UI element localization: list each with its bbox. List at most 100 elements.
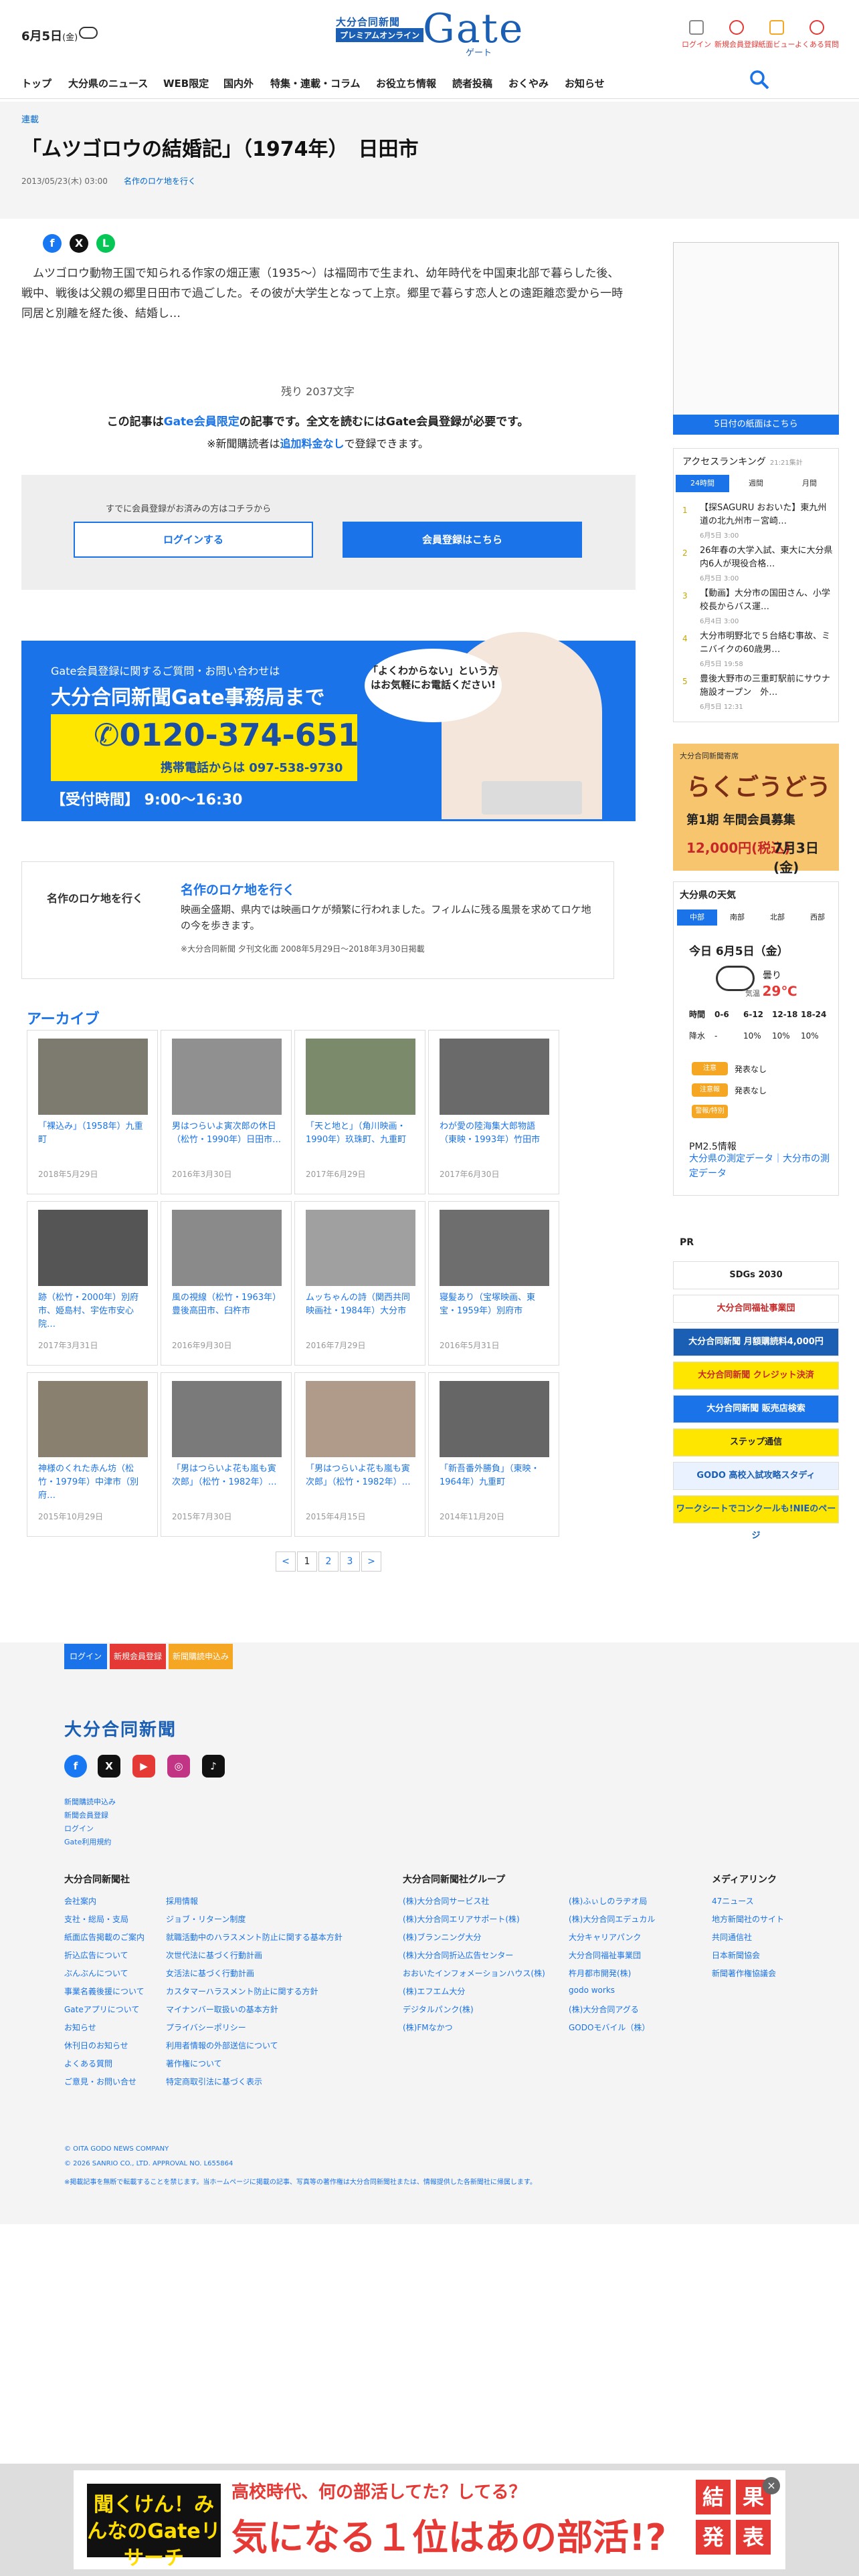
nav-oita-news[interactable]: 大分県のニュース [68,76,148,90]
footer-link[interactable]: (株)大分合同アグる [569,2004,639,2015]
tiktok-icon[interactable]: ♪ [202,1755,225,1778]
footer-link[interactable]: (株)大分合同エリアサポート(株) [403,1913,520,1925]
series-title[interactable]: 名作のロケ地を行く [181,880,295,898]
pr-banner[interactable]: ステップ通信 [673,1428,839,1457]
nav-domestic[interactable]: 国内外 [223,76,254,90]
footer-link[interactable]: プライバシーポリシー [166,2022,246,2033]
footer-link[interactable]: (株)ふぃしのラヂオ局 [569,1895,647,1907]
ranking-item[interactable]: 2 26年春の大学入試、東大に大分県内6人が現役合格… 6月5日 3:00 [682,543,835,584]
line-share-icon[interactable]: L [96,234,115,253]
nav-features[interactable]: 特集・連載・コラム [270,76,361,90]
weather-tab-north[interactable]: 北部 [757,909,797,926]
archive-card[interactable]: 跡（松竹・2000年）別府市、姫島村、宇佐市安心院… 2017年3月31日 [27,1201,158,1366]
pr-banner[interactable]: 大分合同新聞 販売店検索 [673,1395,839,1423]
footer-link[interactable]: 就職活動中のハラスメント防止に関する基本方針 [166,1931,343,1943]
nav-obituaries[interactable]: おくやみ [508,76,549,90]
footer-link[interactable]: 女活法に基づく行動計画 [166,1967,254,1979]
archive-card[interactable]: 「裸込み」（1958年）九重町 2018年5月29日 [27,1030,158,1194]
footer-small-link[interactable]: 新聞購読申込み [64,1796,116,1807]
nav-top[interactable]: トップ [21,76,52,90]
paper-view-button[interactable]: 5日付の紙面はこちら [673,415,839,435]
archive-card[interactable]: わが愛の陸海集大郎物語（東映・1993年）竹田市 2017年6月30日 [428,1030,559,1194]
footer-link[interactable]: 杵月都市開発(株) [569,1967,631,1979]
footer-link[interactable]: マイナンバー取扱いの基本方針 [166,2004,278,2015]
pager-page-2[interactable]: 2 [318,1551,339,1572]
close-icon[interactable]: × [763,2477,780,2494]
ranking-item[interactable]: 5 豊後大野市の三重町駅前にサウナ施設オープン 外… 6月5日 12:31 [682,671,835,713]
archive-card[interactable]: 「男はつらいよ花も嵐も寅次郎」（松竹・1982年）… 2015年4月15日 [294,1372,425,1537]
footer-logo[interactable]: 大分合同新聞 [64,1716,177,1741]
footer-link[interactable]: よくある質問 [64,2058,112,2069]
footer-register-button[interactable]: 新規会員登録 [110,1644,166,1669]
footer-link[interactable]: (株)大分合同サービス社 [403,1895,489,1907]
footer-link[interactable]: 47ニュース [712,1895,754,1907]
facebook-icon[interactable]: f [64,1755,87,1778]
archive-card[interactable]: 神様のくれた赤ん坊（松竹・1979年）中津市（別府… 2015年10月29日 [27,1372,158,1537]
series-link[interactable]: 名作のロケ地を行く [124,177,196,186]
pager-prev[interactable]: < [276,1551,296,1572]
pr-banner[interactable]: SDGs 2030 [673,1261,839,1289]
footer-subscribe-button[interactable]: 新聞購読申込み [169,1644,233,1669]
footer-small-link[interactable]: Gate利用規約 [64,1836,111,1847]
faq-link[interactable]: よくある質問 [793,20,840,49]
pr-banner[interactable]: 大分合同福祉事業団 [673,1295,839,1323]
nav-notices[interactable]: お知らせ [565,76,605,90]
archive-card[interactable]: 「天と地と」（角川映画・1990年）玖珠町、九重町 2017年6月29日 [294,1030,425,1194]
weather-tab-south[interactable]: 南部 [717,909,757,926]
footer-link[interactable]: 利用者情報の外部送信について [166,2040,278,2051]
search-icon[interactable] [749,70,769,90]
rank-tab-week[interactable]: 週間 [729,475,783,492]
rakugo-ad[interactable]: 大分合同新聞寄席 らくごうどう 第1期 年間会員募集 12,000円(税込) 7… [673,744,839,875]
footer-link[interactable]: お知らせ [64,2022,96,2033]
footer-link[interactable]: (株)エフエム大分 [403,1985,465,1997]
weather-tab-central[interactable]: 中部 [677,909,717,926]
register-button[interactable]: 会員登録はこちら [343,522,582,558]
footer-link[interactable]: 紙面広告掲載のご案内 [64,1931,145,1943]
footer-link[interactable]: 特定商取引法に基づく表示 [166,2076,262,2087]
footer-link[interactable]: ご意見・お問い合せ [64,2076,136,2087]
login-button[interactable]: ログインする [74,522,313,558]
archive-card[interactable]: 風の視線（松竹・1963年）豊後高田市、臼杵市 2016年9月30日 [161,1201,292,1366]
archive-card[interactable]: 寝髪あり（宝塚映画、東宝・1959年）別府市 2016年5月31日 [428,1201,559,1366]
footer-link[interactable]: godo works [569,1985,615,1995]
nav-reader-posts[interactable]: 読者投稿 [452,76,492,90]
pm25-link[interactable]: 大分県の測定データ｜大分市の測定データ [689,1152,830,1181]
nav-useful[interactable]: お役立ち情報 [376,76,436,90]
footer-link[interactable]: 次世代法に基づく行動計画 [166,1949,262,1961]
site-logo[interactable]: 大分合同新聞 プレミアムオンライン Gate ゲート [336,5,530,58]
x-icon[interactable]: X [98,1755,120,1778]
footer-link[interactable]: 日本新聞協会 [712,1949,760,1961]
ranking-item[interactable]: 4 大分市明野北で５台絡む事故、ミニバイクの60歳男… 6月5日 19:58 [682,629,835,670]
footer-link[interactable]: 支社・総局・支局 [64,1913,128,1925]
rank-tab-24h[interactable]: 24時間 [676,475,729,492]
archive-card[interactable]: 男はつらいよ寅次郎の休日（松竹・1990年）日田市… 2016年3月30日 [161,1030,292,1194]
pr-banner[interactable]: 大分合同新聞 クレジット決済 [673,1362,839,1390]
pager-next[interactable]: > [361,1551,381,1572]
footer-small-link[interactable]: ログイン [64,1823,94,1834]
footer-link[interactable]: (株)ブランニング大分 [403,1931,481,1943]
archive-card[interactable]: 「男はつらいよ花も嵐も寅次郎」（松竹・1982年）… 2015年7月30日 [161,1372,292,1537]
pr-banner[interactable]: GODO 高校入試攻略スタディ [673,1462,839,1490]
archive-card[interactable]: ムッちゃんの詩（関西共同映画社・1984年）大分市 2016年7月29日 [294,1201,425,1366]
pager-page-3[interactable]: 3 [340,1551,360,1572]
footer-small-link[interactable]: 新聞会員登録 [64,1810,108,1820]
footer-link[interactable]: Gateアプリについて [64,2004,139,2015]
footer-login-button[interactable]: ログイン [64,1644,107,1669]
footer-link[interactable]: 共同通信社 [712,1931,752,1943]
footer-link[interactable]: (株)FMなかつ [403,2022,453,2033]
footer-link[interactable]: 事業名義後援について [64,1985,145,1997]
footer-link[interactable]: ジョブ・リターン制度 [166,1913,246,1925]
x-share-icon[interactable]: X [70,234,88,253]
footer-link[interactable]: おおいたインフォメーションハウス(株) [403,1967,545,1979]
footer-link[interactable]: 採用情報 [166,1895,198,1907]
footer-link[interactable]: 会社案内 [64,1895,96,1907]
footer-link[interactable]: 大分キャリアパンク [569,1931,641,1943]
footer-link[interactable]: 休刊日のお知らせ [64,2040,128,2051]
footer-link[interactable]: (株)大分合同折込広告センター [403,1949,513,1961]
ranking-item[interactable]: 1 【探SAGURU おおいた】東九州道の北九州市－宮崎… 6月5日 3:00 [682,500,835,542]
rank-tab-month[interactable]: 月間 [783,475,836,492]
footer-link[interactable]: GODOモバイル（株） [569,2022,650,2033]
weather-tab-west[interactable]: 西部 [797,909,838,926]
pr-banner[interactable]: ワークシートでコンクールも!NIEのページ [673,1495,839,1541]
facebook-share-icon[interactable]: f [43,234,62,253]
